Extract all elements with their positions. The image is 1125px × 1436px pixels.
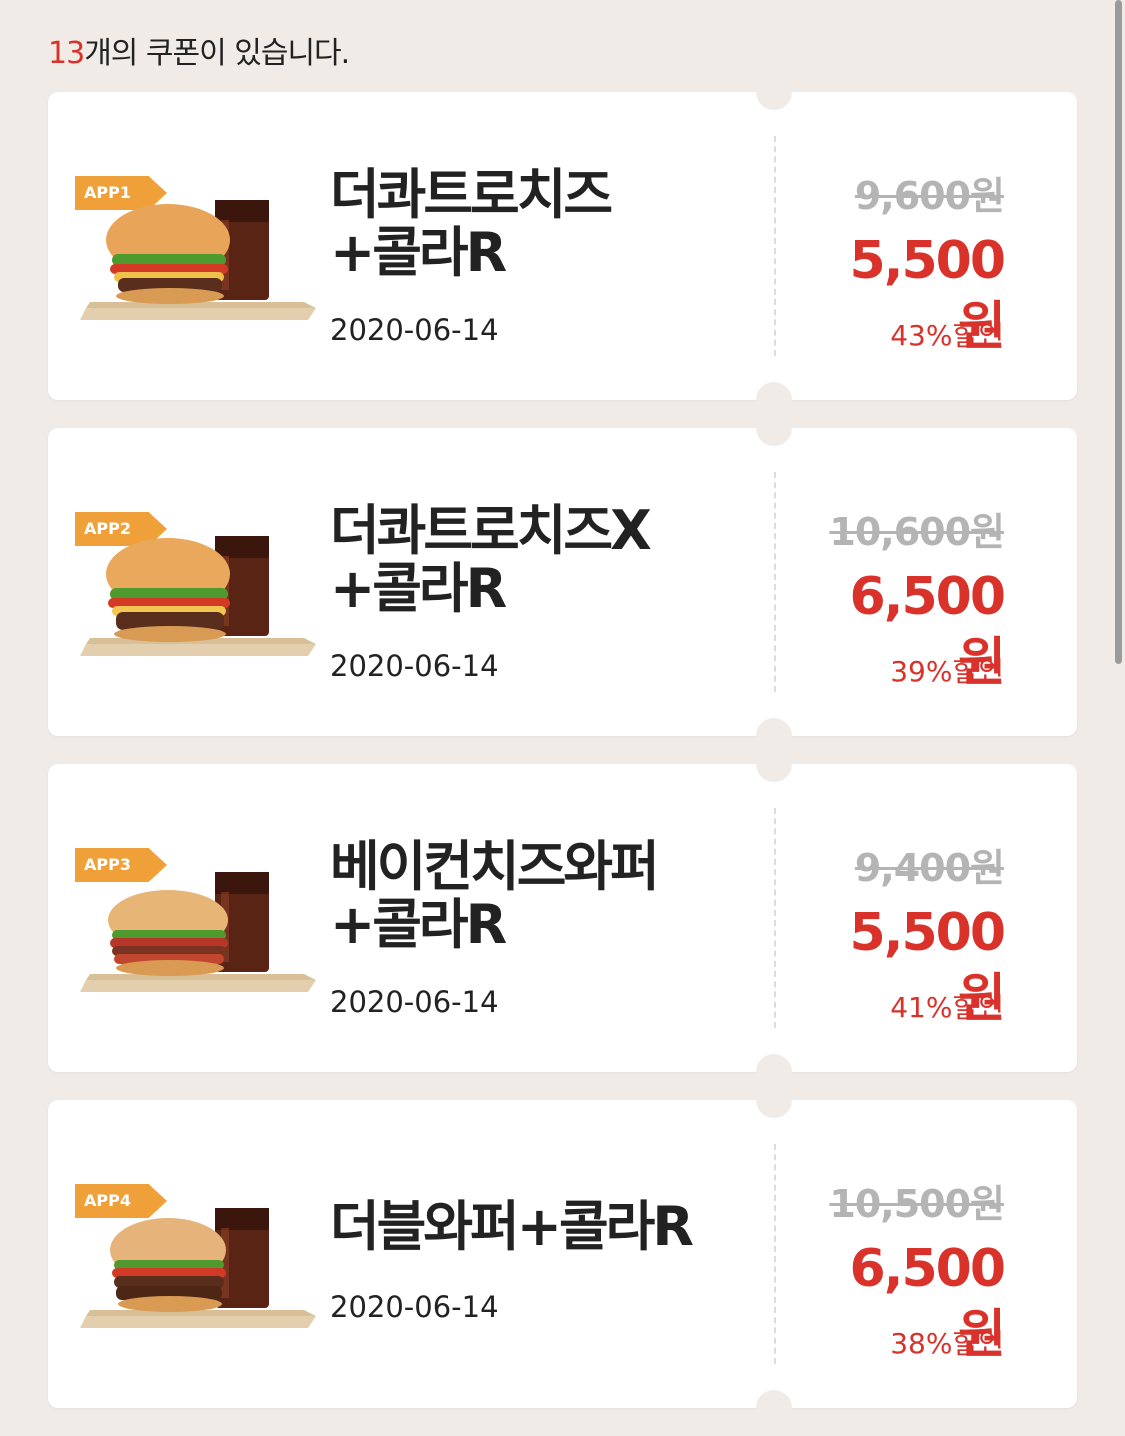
price-block: 9,600원 5,500원 43%할인: [808, 172, 1006, 357]
perforation-divider: [774, 472, 776, 692]
coupon-card[interactable]: APP3 베이컨치즈와퍼 +콜라R 2020-06-14 9,400원 5,50…: [48, 746, 1077, 1090]
coupon-card[interactable]: APP1 더콰트로치즈 +콜라R 2020-06-14 9,600원 5,500…: [48, 74, 1077, 418]
discount-rate: 43%할인: [890, 319, 1004, 352]
burger-combo-image: [80, 1208, 316, 1328]
coupon-count: 13: [48, 36, 85, 71]
discount-rate: 39%할인: [890, 655, 1004, 688]
ticket-notch: [756, 74, 792, 110]
coupon-title: 베이컨치즈와퍼 +콜라R: [330, 835, 660, 956]
coupon-card[interactable]: APP2 더콰트로치즈X +콜라R 2020-06-14 10,600원 6,5…: [48, 410, 1077, 754]
price-block: 10,500원 6,500원 38%할인: [808, 1180, 1006, 1365]
ticket-notch: [756, 1390, 792, 1426]
coupon-count-text: 개의 쿠폰이 있습니다.: [84, 36, 350, 71]
perforation-divider: [774, 808, 776, 1028]
sale-price: 6,500원: [849, 1239, 1006, 1365]
scrollbar-thumb[interactable]: [1115, 0, 1122, 664]
perforation-divider: [774, 136, 776, 356]
coupon-date: 2020-06-14: [330, 649, 499, 683]
coupon-title: 더콰트로치즈X +콜라R: [330, 499, 652, 620]
ticket-notch: [756, 410, 792, 446]
burger-combo-image: [80, 536, 316, 656]
coupon-date: 2020-06-14: [330, 1290, 499, 1324]
original-price: 10,600원: [829, 510, 1005, 554]
price-block: 9,400원 5,500원 41%할인: [808, 844, 1006, 1029]
perforation-divider: [774, 1144, 776, 1364]
ticket-notch: [756, 746, 792, 782]
sale-price: 6,500원: [849, 567, 1006, 693]
discount-rate: 41%할인: [890, 991, 1004, 1024]
burger-combo-image: [80, 200, 316, 320]
coupon-date: 2020-06-14: [330, 313, 499, 347]
coupon-title: 더콰트로치즈 +콜라R: [330, 163, 613, 284]
original-price: 9,400원: [854, 846, 1005, 890]
sale-price: 5,500원: [849, 903, 1006, 1029]
discount-rate: 38%할인: [890, 1327, 1004, 1360]
sale-price: 5,500원: [849, 231, 1006, 357]
coupon-count-summary: 13개의 쿠폰이 있습니다.: [48, 28, 350, 72]
price-block: 10,600원 6,500원 39%할인: [808, 508, 1006, 693]
coupon-card[interactable]: APP4 더블와퍼+콜라R 2020-06-14 10,500원 6,500원 …: [48, 1082, 1077, 1426]
coupon-date: 2020-06-14: [330, 985, 499, 1019]
original-price: 9,600원: [854, 174, 1005, 218]
burger-combo-image: [80, 872, 316, 992]
ticket-notch: [756, 1082, 792, 1118]
coupon-list: APP1 더콰트로치즈 +콜라R 2020-06-14 9,600원 5,500…: [48, 74, 1077, 1436]
original-price: 10,500원: [829, 1182, 1005, 1226]
coupon-title: 더블와퍼+콜라R: [330, 1195, 694, 1258]
scrollbar[interactable]: [1113, 0, 1125, 1431]
